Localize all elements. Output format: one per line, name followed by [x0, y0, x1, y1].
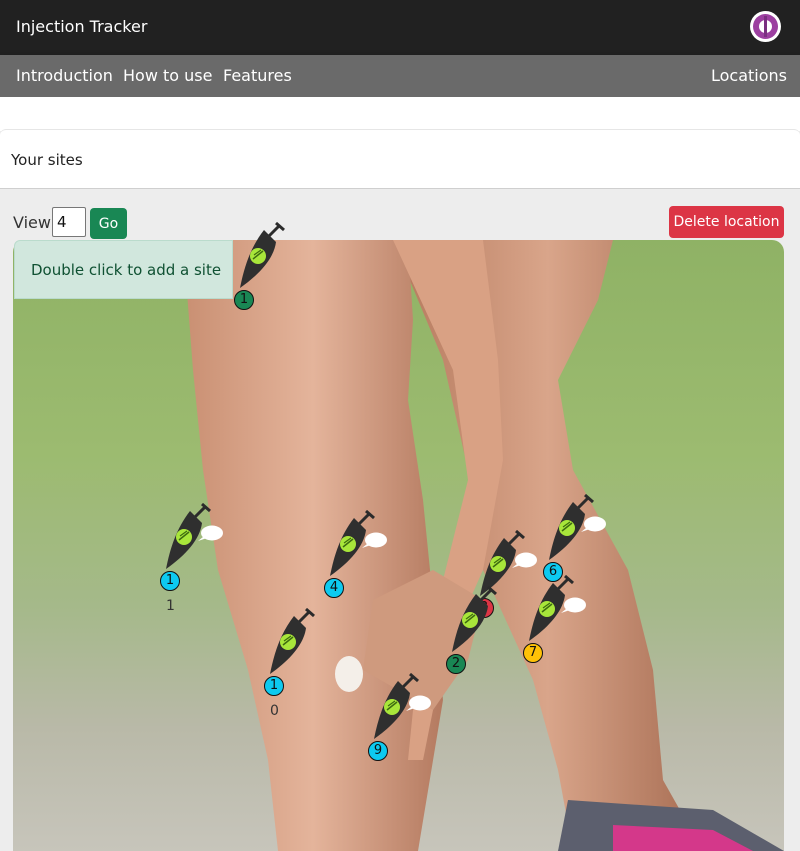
delete-location-button[interactable]: Delete location	[669, 206, 784, 238]
site-count-badge[interactable]: 1	[234, 290, 254, 310]
site-count-badge[interactable]: 9	[368, 741, 388, 761]
site-marker[interactable]: 2	[446, 585, 500, 674]
comment-bubble-icon[interactable]	[512, 552, 537, 569]
syringe-pin-icon	[270, 607, 315, 674]
site-count-badge[interactable]: 1	[160, 571, 180, 591]
site-count-badge[interactable]: 7	[523, 643, 543, 663]
hint-text: Double click to add a site	[31, 261, 222, 279]
comment-bubble-icon[interactable]	[561, 597, 586, 614]
site-count-badge[interactable]: 4	[324, 578, 344, 598]
site-sub-count: 0	[270, 703, 279, 719]
nav-how-to-use[interactable]: How to use	[123, 66, 212, 85]
location-photo[interactable]	[13, 240, 784, 851]
site-count-badge[interactable]: 1	[264, 676, 284, 696]
syringe-pin-icon	[452, 585, 497, 652]
syringe-pin-icon	[240, 221, 285, 288]
nav-bar: Introduction How to use Features Locatio…	[0, 55, 800, 97]
site-marker[interactable]: 10	[264, 607, 318, 719]
sites-header: Your sites	[0, 129, 800, 189]
logo-icon[interactable]	[750, 11, 781, 42]
nav-features[interactable]: Features	[223, 66, 292, 85]
site-marker[interactable]: 4	[324, 509, 387, 598]
site-marker[interactable]: 6	[543, 493, 606, 582]
comment-bubble-icon[interactable]	[362, 532, 387, 549]
nav-locations[interactable]: Locations	[711, 66, 787, 85]
hint-alert: Double click to add a site	[14, 240, 233, 299]
site-marker[interactable]: 9	[368, 672, 431, 761]
site-count-badge[interactable]: 2	[446, 654, 466, 674]
app-title[interactable]: Injection Tracker	[16, 17, 147, 36]
legs-image	[183, 240, 784, 851]
site-marker[interactable]: 11	[160, 502, 223, 614]
site-marker[interactable]: 1	[234, 221, 288, 310]
comment-bubble-icon[interactable]	[581, 516, 606, 533]
view-label: View	[13, 213, 51, 232]
view-count-input[interactable]	[52, 207, 86, 237]
app-header: Injection Tracker	[0, 0, 800, 55]
go-button[interactable]: Go	[90, 208, 127, 239]
comment-bubble-icon[interactable]	[406, 695, 431, 712]
site-sub-count: 1	[166, 598, 175, 614]
comment-bubble-icon[interactable]	[198, 525, 223, 542]
sites-title: Your sites	[11, 151, 83, 169]
spacer	[0, 97, 800, 131]
nav-introduction[interactable]: Introduction	[16, 66, 113, 85]
site-marker[interactable]: 7	[523, 574, 586, 663]
